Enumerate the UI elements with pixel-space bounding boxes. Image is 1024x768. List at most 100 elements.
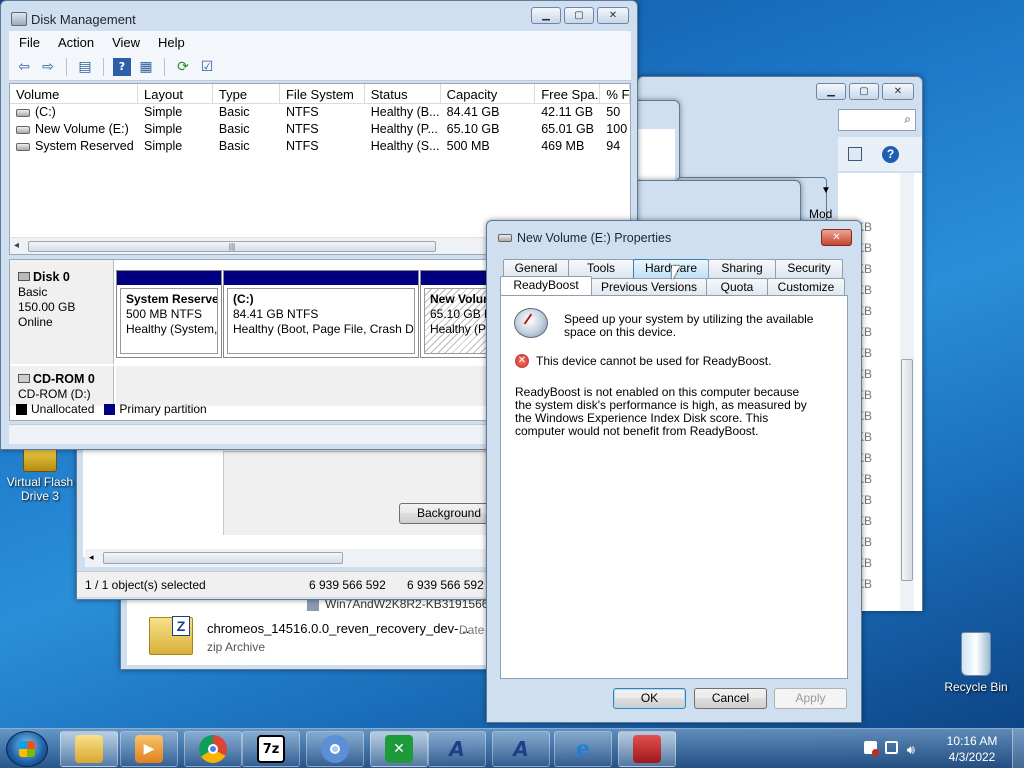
taskbar-ie[interactable]: e	[554, 731, 612, 767]
rescan-icon[interactable]: ☑	[198, 58, 216, 76]
column-file-system[interactable]: File System	[280, 84, 365, 103]
apply-button[interactable]: Apply	[774, 688, 847, 709]
disk-kind: Basic	[18, 285, 48, 299]
horizontal-scrollbar[interactable]: ◂	[85, 549, 491, 567]
taskbar-excel[interactable]: ✕	[370, 731, 428, 767]
start-button[interactable]	[6, 731, 48, 767]
column-type[interactable]: Type	[213, 84, 280, 103]
drive-icon	[16, 108, 30, 117]
taskbar-7zip[interactable]: 7z	[242, 731, 300, 767]
help-icon[interactable]: ?	[113, 57, 131, 76]
partition-name: System Reserve	[126, 292, 218, 306]
media-player-icon: ▶	[135, 735, 163, 763]
search-box[interactable]: ⌕	[838, 109, 916, 131]
close-icon[interactable]: ✕	[597, 7, 629, 24]
cell-capacity: 84.41 GB	[446, 105, 500, 119]
desktop-icon-label: Recycle Bin	[944, 680, 1008, 694]
scroll-left-icon[interactable]: ◂	[89, 552, 94, 563]
column-free-space[interactable]: Free Spa...	[535, 84, 601, 103]
partition-name: (C:)	[233, 292, 254, 306]
cell-capacity: 65.10 GB	[446, 122, 500, 136]
show-hide-tree-icon[interactable]: ▤	[76, 58, 94, 76]
help-icon[interactable]: ?	[882, 146, 899, 163]
drive-icon	[16, 142, 30, 151]
vertical-scrollbar[interactable]	[900, 173, 914, 611]
scroll-thumb[interactable]	[901, 359, 913, 581]
cancel-button[interactable]: Cancel	[694, 688, 767, 709]
menu-bar: File Action View Help	[9, 31, 631, 53]
dialog-title: New Volume (E:) Properties	[517, 231, 672, 245]
close-icon[interactable]: ✕	[882, 83, 914, 100]
cdrom-label[interactable]: CD-ROM 0 CD-ROM (D:)	[10, 366, 114, 406]
legend-swatch-unallocated	[16, 403, 27, 415]
scroll-thumb[interactable]	[103, 552, 343, 564]
maximize-icon[interactable]: ▢	[564, 7, 594, 24]
preview-pane-icon[interactable]	[848, 147, 862, 161]
cell-fs: NTFS	[285, 105, 319, 119]
column-layout[interactable]: Layout	[138, 84, 213, 103]
zip-file-row[interactable]: Z chromeos_14516.0.0_reven_recovery_dev-…	[141, 613, 501, 659]
legend-unallocated: Unallocated	[31, 402, 95, 416]
minimize-icon[interactable]: ▁	[816, 83, 846, 100]
partition-system-reserved[interactable]: System Reserve 500 MB NTFS Healthy (Syst…	[116, 270, 222, 358]
toolbar-separator	[66, 57, 67, 76]
disk-0-label[interactable]: Disk 0 Basic 150.00 GB Online	[10, 260, 114, 364]
clock-date: 4/3/2022	[948, 750, 996, 764]
menu-help[interactable]: Help	[158, 35, 185, 50]
column-capacity[interactable]: Capacity	[441, 84, 536, 103]
background-button[interactable]: Background	[399, 503, 499, 524]
minimize-icon[interactable]: ▁	[531, 7, 561, 24]
taskbar-toolbox[interactable]	[618, 731, 676, 767]
column-header-partial[interactable]: Mod	[809, 207, 832, 221]
cell-status: Healthy (B...	[370, 105, 440, 119]
maximize-icon[interactable]: ▢	[849, 83, 879, 100]
desktop-icon-label: Virtual Flash Drive 3	[6, 475, 74, 503]
back-arrow-icon[interactable]: ⇦	[15, 58, 33, 76]
partition-size: 500 MB NTFS	[126, 307, 203, 321]
taskbar-media-player[interactable]: ▶	[120, 731, 178, 767]
system-tray: 🔊︎	[864, 741, 915, 758]
dropdown-arrow-icon[interactable]: ▼	[821, 185, 831, 196]
forward-arrow-icon[interactable]: ⇨	[39, 58, 57, 76]
readyboost-error: This device cannot be used for ReadyBoos…	[536, 354, 772, 368]
menu-view[interactable]: View	[112, 35, 140, 50]
table-row[interactable]: (C:) Simple Basic NTFS Healthy (B... 84.…	[10, 104, 630, 121]
scroll-thumb[interactable]: |||	[28, 241, 436, 252]
taskbar-chrome[interactable]	[184, 731, 242, 767]
column-status[interactable]: Status	[365, 84, 441, 103]
toolbox-icon	[633, 735, 661, 763]
taskbar-app-a2[interactable]: A	[492, 731, 550, 767]
menu-file[interactable]: File	[19, 35, 40, 50]
cell-free: 469 MB	[541, 139, 585, 153]
close-icon[interactable]: ✕	[821, 229, 852, 246]
menu-action[interactable]: Action	[58, 35, 94, 50]
tab-readyboost[interactable]: ReadyBoost	[500, 276, 592, 297]
scroll-left-icon[interactable]: ◂	[14, 240, 19, 251]
refresh-icon[interactable]: ⟳	[174, 58, 192, 76]
show-desktop-button[interactable]	[1012, 729, 1024, 768]
properties-dialog[interactable]: New Volume (E:) Properties ✕ General Too…	[486, 220, 862, 723]
volume-icon[interactable]: 🔊︎	[907, 743, 915, 758]
taskbar-chromium[interactable]	[306, 731, 364, 767]
action-center-icon[interactable]	[864, 741, 879, 756]
taskbar-app-a[interactable]: A	[428, 731, 486, 767]
desktop-icon-recycle-bin[interactable]: Recycle Bin	[940, 632, 1012, 694]
table-row[interactable]: System Reserved Simple Basic NTFS Health…	[10, 138, 630, 155]
taskbar-explorer[interactable]	[60, 731, 118, 767]
table-row[interactable]: New Volume (E:) Simple Basic NTFS Health…	[10, 121, 630, 138]
cell-status: Healthy (S...	[370, 139, 440, 153]
partition-c[interactable]: (C:) 84.41 GB NTFS Healthy (Boot, Page F…	[223, 270, 419, 358]
partition-size: 84.41 GB NTFS	[233, 307, 319, 321]
column-volume[interactable]: Volume	[10, 84, 138, 103]
explorer-icon	[75, 735, 103, 763]
network-icon[interactable]	[885, 741, 899, 754]
cell-type: Basic	[218, 105, 250, 119]
volume-list-header: Volume Layout Type File System Status Ca…	[10, 84, 630, 104]
drive-icon	[16, 125, 30, 134]
cell-volume: (C:)	[10, 104, 138, 121]
properties-icon[interactable]: ▦	[137, 58, 155, 76]
desktop-icon-virtual-flash-drive[interactable]: Virtual Flash Drive 3	[4, 446, 76, 503]
ok-button[interactable]: OK	[613, 688, 686, 709]
clock[interactable]: 10:16 AM 4/3/2022	[940, 733, 1004, 765]
column-percent-free[interactable]: % F	[600, 84, 630, 103]
